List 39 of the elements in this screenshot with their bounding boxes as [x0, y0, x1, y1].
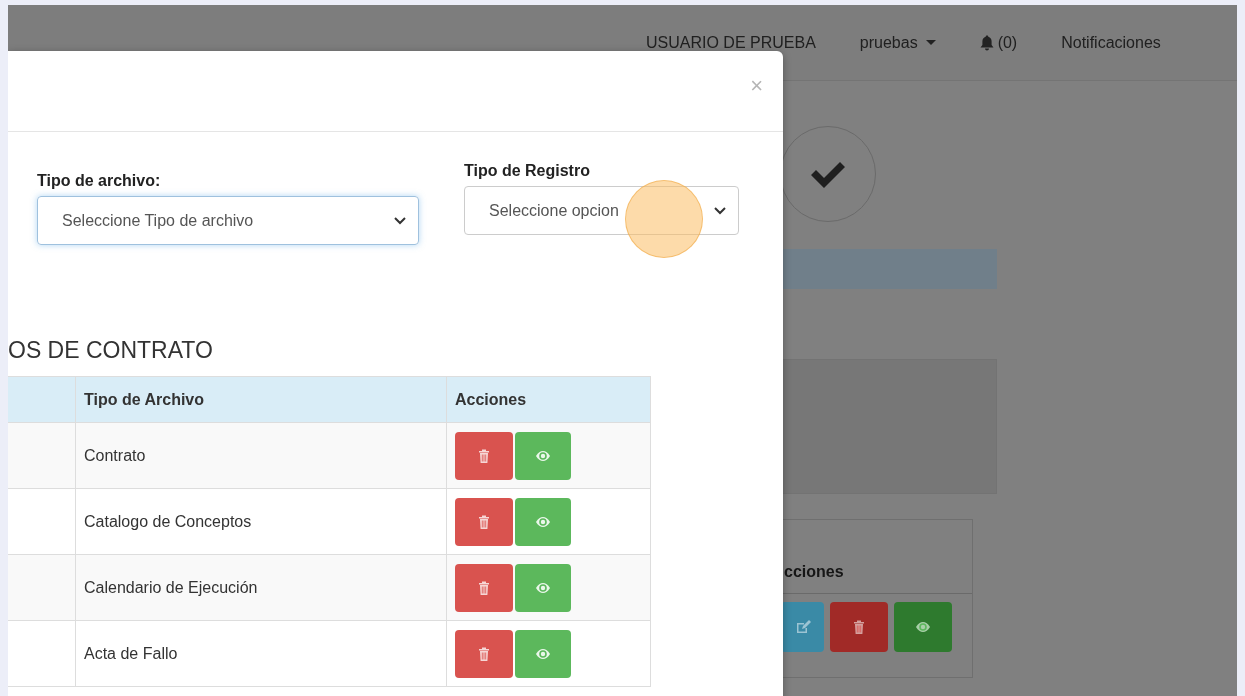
- view-button[interactable]: [515, 563, 571, 612]
- table-cell: Catalogo de Conceptos: [75, 488, 447, 555]
- delete-button[interactable]: [455, 629, 513, 678]
- table-cell: Acta de Fallo: [75, 620, 447, 687]
- trash-icon: [476, 579, 492, 596]
- view-button[interactable]: [515, 629, 571, 678]
- close-button[interactable]: ×: [750, 73, 763, 99]
- edit-icon: [794, 619, 811, 635]
- trash-icon: [476, 645, 492, 662]
- table-cell: Contrato: [75, 422, 447, 489]
- column-header: Tipo de Archivo: [75, 376, 447, 423]
- bell-icon: [979, 34, 994, 51]
- select-field[interactable]: Seleccione Tipo de archivo: [37, 196, 419, 245]
- caret-icon: [925, 39, 936, 46]
- trash-icon: [476, 513, 492, 530]
- account-menu[interactable]: pruebas: [837, 33, 958, 52]
- notifications-button[interactable]: (0): [957, 33, 1040, 52]
- delete-button[interactable]: [830, 602, 888, 652]
- eye-icon: [915, 619, 931, 635]
- field-label: Tipo de Registro: [464, 162, 591, 180]
- column-header: Acciones: [446, 376, 651, 423]
- chevron-icon: [394, 216, 406, 225]
- view-button[interactable]: [515, 497, 571, 546]
- select-field[interactable]: Seleccione opcion: [464, 186, 739, 235]
- table-cell: Calendario de Ejecución: [75, 554, 447, 621]
- check-icon: [809, 159, 847, 189]
- trash-icon: [476, 447, 492, 464]
- section-title: OS DE CONTRATO: [8, 337, 214, 364]
- field-label: Tipo de archivo:: [37, 172, 162, 190]
- edit-button[interactable]: [781, 602, 824, 652]
- view-button[interactable]: [894, 602, 952, 652]
- notifications-link[interactable]: Notificaciones: [1039, 33, 1183, 52]
- delete-button[interactable]: [455, 431, 513, 480]
- view-button[interactable]: [515, 431, 571, 480]
- chevron-icon: [714, 206, 726, 215]
- user-link[interactable]: USUARIO DE PRUEBA: [624, 33, 838, 52]
- delete-button[interactable]: [455, 563, 513, 612]
- trash-icon: [851, 619, 867, 635]
- delete-button[interactable]: [455, 497, 513, 546]
